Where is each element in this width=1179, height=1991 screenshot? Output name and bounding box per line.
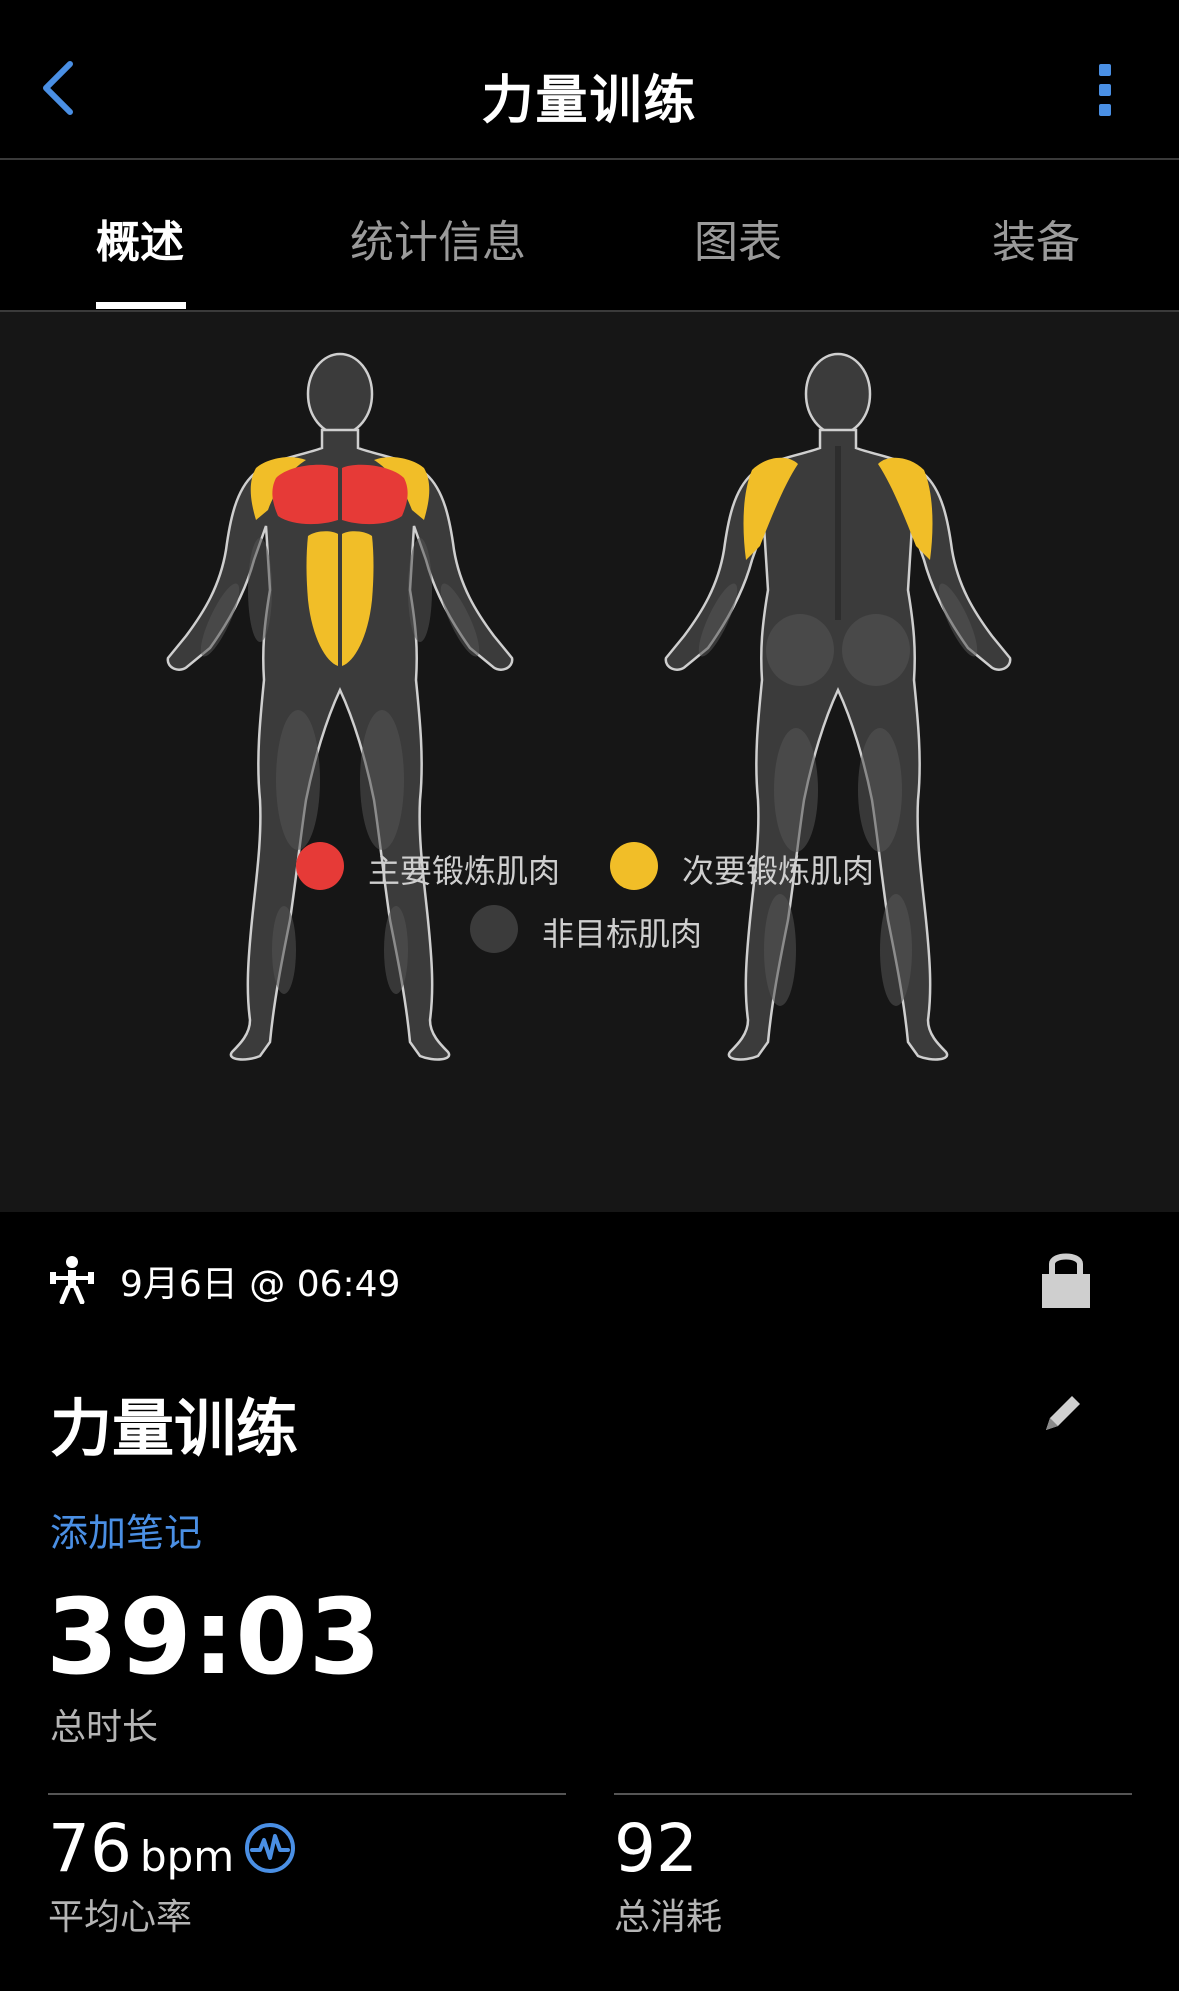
lock-icon[interactable]: [1040, 1248, 1092, 1310]
back-body-figure: [664, 352, 1012, 1061]
activity-datetime: 9月6日 @ 06:49: [120, 1264, 401, 1305]
more-options-button[interactable]: [1099, 64, 1113, 120]
heart-rate-icon[interactable]: [244, 1822, 296, 1874]
legend-untargeted-dot: [470, 905, 518, 953]
top-nav-bar: 力量训练: [0, 0, 1179, 160]
pencil-icon[interactable]: [1040, 1390, 1086, 1436]
legend-secondary-label: 次要锻炼肌肉: [682, 852, 875, 890]
page-title: 力量训练: [481, 71, 698, 131]
total-duration-value: 39:03: [46, 1576, 383, 1698]
tab-charts[interactable]: 图表: [694, 206, 782, 270]
stat-divider-right: [614, 1793, 1132, 1795]
avg-heart-rate-unit: bpm: [139, 1832, 235, 1881]
avg-heart-rate-value: 76 bpm: [48, 1810, 234, 1887]
avg-heart-rate-label: 平均心率: [48, 1897, 193, 1938]
total-calories-label: 总消耗: [614, 1897, 723, 1938]
activity-title: 力量训练: [50, 1392, 299, 1465]
muscle-map-panel: 主要锻炼肌肉 次要锻炼肌肉 非目标肌肉: [0, 312, 1179, 1212]
total-calories-value: 92: [614, 1810, 698, 1887]
total-duration-label: 总时长: [50, 1707, 159, 1748]
avg-heart-rate-number: 76: [48, 1810, 132, 1887]
add-note-link[interactable]: 添加笔记: [50, 1502, 202, 1557]
legend-primary-dot: [296, 842, 344, 890]
strength-training-icon: [50, 1256, 94, 1304]
tab-gear[interactable]: 装备: [992, 206, 1080, 270]
more-vertical-icon: [1099, 64, 1113, 116]
stat-divider-left: [48, 1793, 566, 1795]
legend-primary-label: 主要锻炼肌肉: [368, 852, 561, 890]
tab-bar: 概述 统计信息 图表 装备: [0, 160, 1179, 312]
legend-untargeted-label: 非目标肌肉: [542, 915, 703, 953]
active-tab-indicator: [96, 302, 186, 309]
tab-statistics[interactable]: 统计信息: [350, 206, 526, 270]
tab-overview[interactable]: 概述: [96, 206, 184, 270]
front-body-figure: [166, 352, 514, 1061]
legend-secondary-dot: [610, 842, 658, 890]
